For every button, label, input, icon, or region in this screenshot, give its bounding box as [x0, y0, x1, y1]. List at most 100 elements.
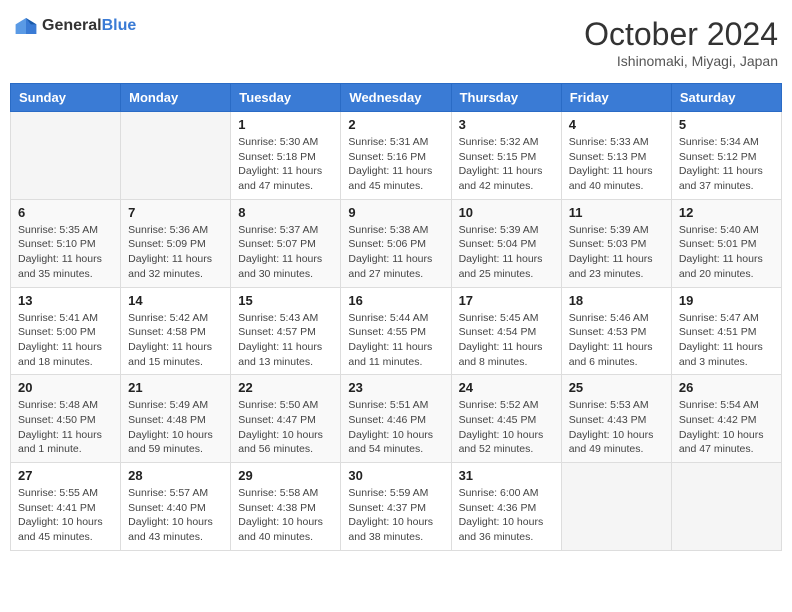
calendar-cell — [561, 463, 671, 551]
calendar-cell: 1 Sunrise: 5:30 AM Sunset: 5:18 PM Daylig… — [231, 112, 341, 200]
calendar-week-row: 27 Sunrise: 5:55 AM Sunset: 4:41 PM Dayli… — [11, 463, 782, 551]
calendar-cell: 11Sunrise: 5:39 AM Sunset: 5:03 PM Dayli… — [561, 199, 671, 287]
weekday-header: Sunday — [11, 84, 121, 112]
calendar-cell: 30 Sunrise: 5:59 AM Sunset: 4:37 PM Dayli… — [341, 463, 451, 551]
calendar-cell: 6Sunrise: 5:35 AM Sunset: 5:10 PM Daylig… — [11, 199, 121, 287]
day-info: Sunrise: 5:50 AM Sunset: 4:47 PM Dayligh… — [238, 398, 333, 457]
day-number: 20 — [18, 380, 113, 395]
day-info: Sunrise: 5:40 AM Sunset: 5:01 PM Dayligh… — [679, 223, 774, 282]
calendar-cell: 2 Sunrise: 5:31 AM Sunset: 5:16 PM Daylig… — [341, 112, 451, 200]
calendar-week-row: 6Sunrise: 5:35 AM Sunset: 5:10 PM Daylig… — [11, 199, 782, 287]
day-info: Sunrise: 5:46 AM Sunset: 4:53 PM Dayligh… — [569, 311, 664, 370]
calendar-cell: 14 Sunrise: 5:42 AM Sunset: 4:58 PM Dayli… — [121, 287, 231, 375]
title-section: October 2024 Ishinomaki, Miyagi, Japan — [584, 16, 778, 69]
day-number: 8 — [238, 205, 333, 220]
day-number: 19 — [679, 293, 774, 308]
day-info: Sunrise: 5:53 AM Sunset: 4:43 PM Dayligh… — [569, 398, 664, 457]
day-info: Sunrise: 5:39 AM Sunset: 5:04 PM Dayligh… — [459, 223, 554, 282]
calendar-cell: 3Sunrise: 5:32 AM Sunset: 5:15 PM Daylig… — [451, 112, 561, 200]
day-number: 16 — [348, 293, 443, 308]
location-title: Ishinomaki, Miyagi, Japan — [584, 53, 778, 69]
day-number: 9 — [348, 205, 443, 220]
month-title: October 2024 — [584, 16, 778, 53]
day-number: 17 — [459, 293, 554, 308]
day-info: Sunrise: 5:33 AM Sunset: 5:13 PM Dayligh… — [569, 135, 664, 194]
day-info: Sunrise: 5:44 AM Sunset: 4:55 PM Dayligh… — [348, 311, 443, 370]
weekday-header: Thursday — [451, 84, 561, 112]
weekday-header: Saturday — [671, 84, 781, 112]
day-number: 31 — [459, 468, 554, 483]
calendar-cell — [671, 463, 781, 551]
calendar-cell — [11, 112, 121, 200]
calendar-cell: 27 Sunrise: 5:55 AM Sunset: 4:41 PM Dayli… — [11, 463, 121, 551]
weekday-header: Wednesday — [341, 84, 451, 112]
day-info: Sunrise: 5:41 AM Sunset: 5:00 PM Dayligh… — [18, 311, 113, 370]
calendar-cell: 20 Sunrise: 5:48 AM Sunset: 4:50 PM Dayli… — [11, 375, 121, 463]
logo-general-text: General — [42, 17, 102, 34]
calendar-cell: 7 Sunrise: 5:36 AM Sunset: 5:09 PM Daylig… — [121, 199, 231, 287]
day-info: Sunrise: 5:31 AM Sunset: 5:16 PM Dayligh… — [348, 135, 443, 194]
calendar-cell: 16 Sunrise: 5:44 AM Sunset: 4:55 PM Dayli… — [341, 287, 451, 375]
day-info: Sunrise: 5:55 AM Sunset: 4:41 PM Dayligh… — [18, 486, 113, 545]
day-info: Sunrise: 5:52 AM Sunset: 4:45 PM Dayligh… — [459, 398, 554, 457]
day-info: Sunrise: 5:59 AM Sunset: 4:37 PM Dayligh… — [348, 486, 443, 545]
calendar-cell: 25Sunrise: 5:53 AM Sunset: 4:43 PM Dayli… — [561, 375, 671, 463]
day-number: 7 — [128, 205, 223, 220]
calendar-cell: 18 Sunrise: 5:46 AM Sunset: 4:53 PM Dayli… — [561, 287, 671, 375]
day-number: 24 — [459, 380, 554, 395]
calendar-cell: 15 Sunrise: 5:43 AM Sunset: 4:57 PM Dayli… — [231, 287, 341, 375]
day-number: 15 — [238, 293, 333, 308]
calendar-cell: 23 Sunrise: 5:51 AM Sunset: 4:46 PM Dayli… — [341, 375, 451, 463]
day-info: Sunrise: 5:43 AM Sunset: 4:57 PM Dayligh… — [238, 311, 333, 370]
day-info: Sunrise: 5:48 AM Sunset: 4:50 PM Dayligh… — [18, 398, 113, 457]
day-number: 27 — [18, 468, 113, 483]
logo-blue-text: Blue — [102, 17, 137, 34]
day-number: 23 — [348, 380, 443, 395]
day-number: 12 — [679, 205, 774, 220]
day-info: Sunrise: 5:47 AM Sunset: 4:51 PM Dayligh… — [679, 311, 774, 370]
calendar-cell: 22Sunrise: 5:50 AM Sunset: 4:47 PM Dayli… — [231, 375, 341, 463]
calendar-cell: 10Sunrise: 5:39 AM Sunset: 5:04 PM Dayli… — [451, 199, 561, 287]
calendar-cell: 17Sunrise: 5:45 AM Sunset: 4:54 PM Dayli… — [451, 287, 561, 375]
day-number: 13 — [18, 293, 113, 308]
calendar-table: SundayMondayTuesdayWednesdayThursdayFrid… — [10, 83, 782, 551]
calendar-cell: 24 Sunrise: 5:52 AM Sunset: 4:45 PM Dayli… — [451, 375, 561, 463]
day-info: Sunrise: 5:57 AM Sunset: 4:40 PM Dayligh… — [128, 486, 223, 545]
weekday-header: Tuesday — [231, 84, 341, 112]
day-info: Sunrise: 5:54 AM Sunset: 4:42 PM Dayligh… — [679, 398, 774, 457]
day-info: Sunrise: 5:49 AM Sunset: 4:48 PM Dayligh… — [128, 398, 223, 457]
day-number: 28 — [128, 468, 223, 483]
calendar-header-row: SundayMondayTuesdayWednesdayThursdayFrid… — [11, 84, 782, 112]
day-info: Sunrise: 5:51 AM Sunset: 4:46 PM Dayligh… — [348, 398, 443, 457]
day-info: Sunrise: 5:34 AM Sunset: 5:12 PM Dayligh… — [679, 135, 774, 194]
day-number: 2 — [348, 117, 443, 132]
calendar-cell: 31 Sunrise: 6:00 AM Sunset: 4:36 PM Dayli… — [451, 463, 561, 551]
day-info: Sunrise: 5:36 AM Sunset: 5:09 PM Dayligh… — [128, 223, 223, 282]
calendar-cell: 21Sunrise: 5:49 AM Sunset: 4:48 PM Dayli… — [121, 375, 231, 463]
day-number: 26 — [679, 380, 774, 395]
day-number: 18 — [569, 293, 664, 308]
calendar-cell: 12 Sunrise: 5:40 AM Sunset: 5:01 PM Dayli… — [671, 199, 781, 287]
day-number: 30 — [348, 468, 443, 483]
day-info: Sunrise: 6:00 AM Sunset: 4:36 PM Dayligh… — [459, 486, 554, 545]
day-number: 14 — [128, 293, 223, 308]
calendar-cell: 19 Sunrise: 5:47 AM Sunset: 4:51 PM Dayli… — [671, 287, 781, 375]
logo: GeneralBlue — [14, 16, 136, 36]
day-info: Sunrise: 5:30 AM Sunset: 5:18 PM Dayligh… — [238, 135, 333, 194]
day-number: 11 — [569, 205, 664, 220]
day-number: 6 — [18, 205, 113, 220]
calendar-cell: 4 Sunrise: 5:33 AM Sunset: 5:13 PM Daylig… — [561, 112, 671, 200]
day-number: 1 — [238, 117, 333, 132]
calendar-cell: 9Sunrise: 5:38 AM Sunset: 5:06 PM Daylig… — [341, 199, 451, 287]
day-info: Sunrise: 5:58 AM Sunset: 4:38 PM Dayligh… — [238, 486, 333, 545]
calendar-week-row: 13 Sunrise: 5:41 AM Sunset: 5:00 PM Dayli… — [11, 287, 782, 375]
calendar-cell — [121, 112, 231, 200]
day-info: Sunrise: 5:42 AM Sunset: 4:58 PM Dayligh… — [128, 311, 223, 370]
day-number: 5 — [679, 117, 774, 132]
calendar-week-row: 20 Sunrise: 5:48 AM Sunset: 4:50 PM Dayli… — [11, 375, 782, 463]
day-number: 4 — [569, 117, 664, 132]
calendar-cell: 8Sunrise: 5:37 AM Sunset: 5:07 PM Daylig… — [231, 199, 341, 287]
weekday-header: Monday — [121, 84, 231, 112]
day-number: 29 — [238, 468, 333, 483]
calendar-cell: 28 Sunrise: 5:57 AM Sunset: 4:40 PM Dayli… — [121, 463, 231, 551]
